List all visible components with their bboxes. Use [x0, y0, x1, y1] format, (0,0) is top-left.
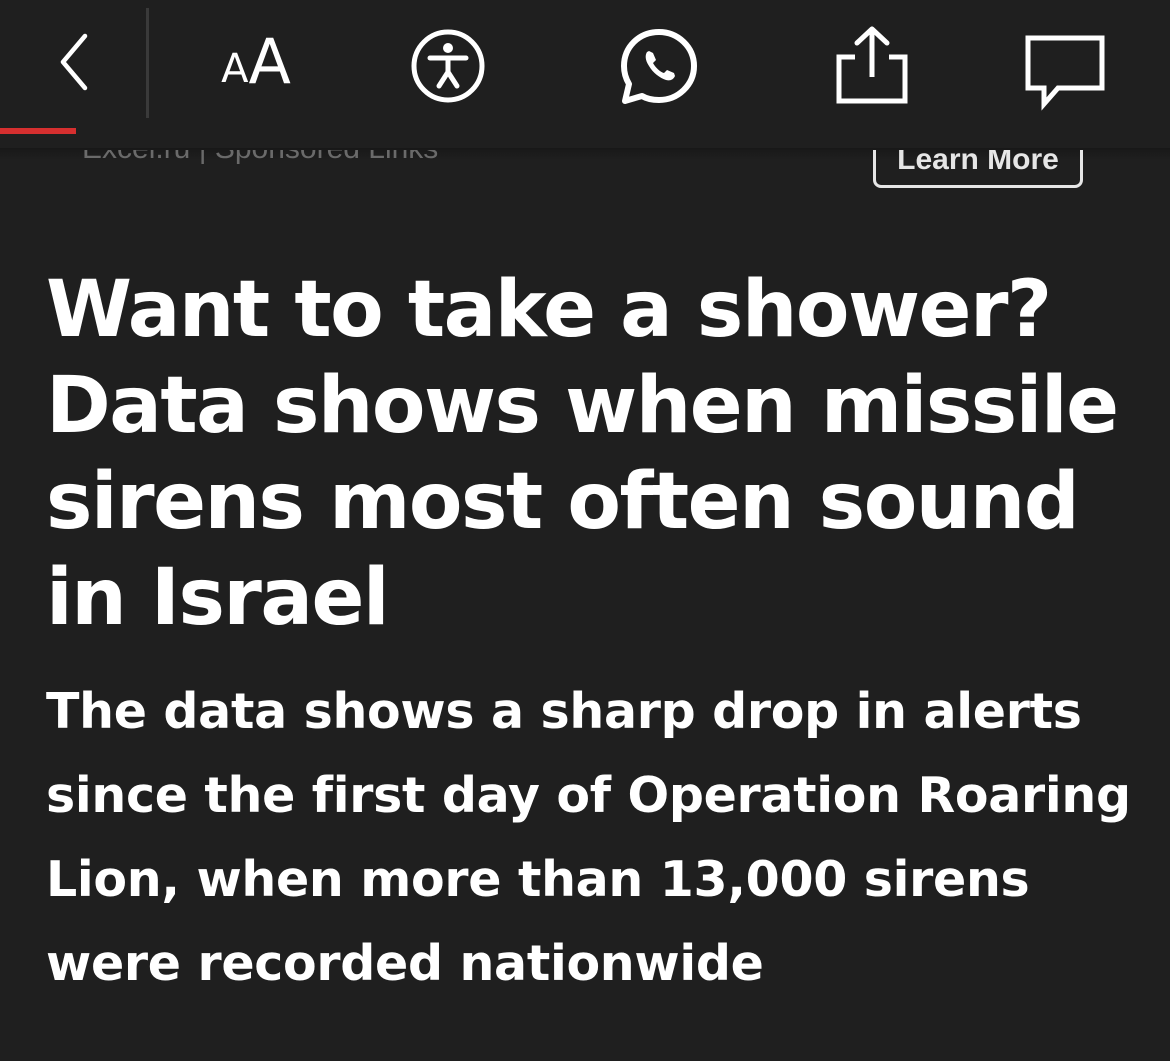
chevron-left-icon: [60, 33, 88, 91]
ad-source-label: Excel.ru | Sponsored Links: [82, 150, 438, 166]
reading-progress-bar: [0, 128, 76, 134]
accessibility-button[interactable]: [406, 24, 490, 108]
ad-learn-more-button[interactable]: Learn More: [873, 150, 1083, 188]
text-size-button[interactable]: A A: [200, 22, 312, 102]
text-size-large-letter: A: [248, 25, 291, 98]
whatsapp-share-button[interactable]: [612, 22, 706, 112]
comment-icon: [1025, 35, 1105, 111]
share-button[interactable]: [826, 18, 918, 110]
toolbar-divider: [146, 8, 149, 118]
article-headline: Want to take a shower? Data shows when m…: [46, 265, 1119, 643]
back-button[interactable]: [40, 20, 110, 104]
article-toolbar: A A: [0, 0, 1170, 150]
whatsapp-icon: [621, 29, 697, 104]
sponsored-ad-strip: Excel.ru | Sponsored Links Learn More: [0, 150, 1170, 198]
comments-button[interactable]: [1020, 30, 1110, 114]
accessibility-icon: [411, 29, 485, 103]
share-icon: [836, 26, 908, 104]
text-size-small-letter: A: [221, 46, 249, 92]
article-subheadline: The data shows a sharp drop in alerts si…: [46, 683, 1131, 992]
